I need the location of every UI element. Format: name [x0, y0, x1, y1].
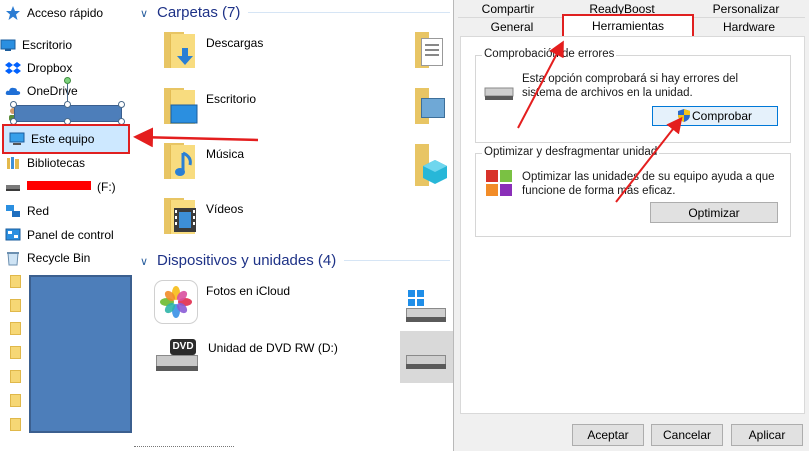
arrow-to-check-button — [615, 116, 683, 203]
annotation-arrows — [133, 40, 683, 203]
arrow-to-tools-tab — [517, 40, 564, 129]
arrow-to-este-equipo — [133, 127, 259, 148]
